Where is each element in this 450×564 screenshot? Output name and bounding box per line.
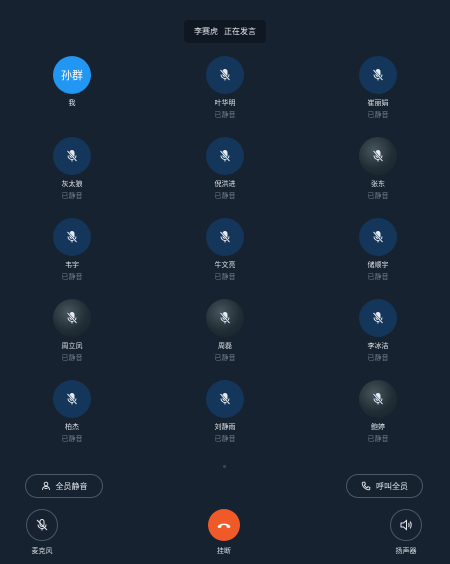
microphone-muted-icon (66, 231, 78, 243)
participant-tile[interactable]: 牛文亮 已静音 (150, 218, 300, 299)
microphone-label: 麦克风 (31, 548, 53, 555)
hangup-button[interactable] (208, 509, 240, 541)
participant-avatar (359, 380, 397, 418)
mute-all-button[interactable]: 全员静音 (25, 474, 103, 498)
participant-tile[interactable]: 周磊 已静音 (150, 299, 300, 380)
microphone-muted-icon (66, 312, 78, 324)
participant-status: 已静音 (61, 436, 83, 443)
hangup-icon (217, 523, 231, 529)
participant-name: 叶华明 (214, 100, 236, 107)
speaker-control[interactable]: 扬声器 (390, 509, 422, 556)
participant-avatar (206, 137, 244, 175)
microphone-muted-icon (219, 312, 231, 324)
participant-name: 灰太狼 (61, 181, 83, 188)
self-avatar-text: 孙群 (61, 70, 83, 82)
participant-avatar (359, 299, 397, 337)
microphone-muted-icon (219, 231, 231, 243)
participant-name: 我 (68, 100, 76, 107)
participant-avatar (206, 56, 244, 94)
participant-grid: 孙群 我 叶华明 已静音 崔丽娟 已静音 灰太狼 已静音 倪洪进 已静音 张东 已静音 韦宇 已静音牛… (0, 56, 450, 461)
microphone-off-icon (36, 519, 48, 531)
participant-avatar (206, 299, 244, 337)
speaker-label: 扬声器 (395, 548, 417, 555)
microphone-muted-icon (66, 393, 78, 405)
participant-status: 已静音 (214, 355, 236, 362)
participant-tile[interactable]: 韦宇 已静音 (0, 218, 147, 299)
participant-tile[interactable]: 鲍婷 已静音 (303, 380, 450, 461)
speaker-icon (400, 519, 412, 531)
microphone-muted-icon (372, 150, 384, 162)
mute-all-label: 全员静音 (55, 481, 88, 491)
participant-tile[interactable]: 周立凤 已静音 (0, 299, 147, 380)
speaker-name: 李赛虎 (194, 27, 218, 36)
participant-name: 柏杰 (65, 424, 79, 431)
microphone-muted-icon (219, 393, 231, 405)
participant-avatar (359, 218, 397, 256)
participant-tile[interactable]: 灰太狼 已静音 (0, 137, 147, 218)
participant-name: 周立凤 (61, 343, 83, 350)
participant-status: 已静音 (61, 355, 83, 362)
hangup-control[interactable]: 挂断 (208, 509, 240, 556)
scroll-indicator (223, 465, 226, 468)
participant-avatar (206, 218, 244, 256)
participant-status: 已静音 (61, 193, 83, 200)
microphone-muted-icon (372, 312, 384, 324)
mute-all-icon (41, 481, 50, 491)
participant-name: 李冰洁 (367, 343, 389, 350)
participant-status: 已静音 (214, 112, 236, 119)
participant-name: 刘静雨 (214, 424, 236, 431)
microphone-muted-icon (219, 69, 231, 81)
participant-status: 已静音 (214, 436, 236, 443)
microphone-muted-icon (372, 393, 384, 405)
participant-name: 储顺宇 (367, 262, 389, 269)
speaking-banner: 李赛虎 正在发言 (184, 20, 266, 43)
participant-name: 鲍婷 (371, 424, 385, 431)
participant-status: 已静音 (214, 274, 236, 281)
microphone-control[interactable]: 麦克风 (26, 509, 58, 556)
participant-status: 已静音 (367, 436, 389, 443)
participant-avatar (359, 56, 397, 94)
participant-status: 已静音 (367, 112, 389, 119)
participant-name: 张东 (371, 181, 385, 188)
participant-tile[interactable]: 叶华明 已静音 (150, 56, 300, 137)
participant-name: 韦宇 (65, 262, 79, 269)
participant-tile[interactable]: 李冰洁 已静音 (303, 299, 450, 380)
phone-icon (361, 481, 371, 491)
speaking-status: 正在发言 (224, 27, 256, 36)
participant-avatar (53, 137, 91, 175)
hangup-label: 挂断 (217, 548, 231, 555)
participant-status: 已静音 (367, 355, 389, 362)
participant-avatar (359, 137, 397, 175)
participant-name: 牛文亮 (214, 262, 236, 269)
microphone-muted-icon (66, 150, 78, 162)
participant-self[interactable]: 孙群 我 (0, 56, 147, 137)
participant-tile[interactable]: 柏杰 已静音 (0, 380, 147, 461)
participant-avatar (206, 380, 244, 418)
meeting-screen: 李赛虎 正在发言 孙群 我 叶华明 已静音 崔丽娟 已静音 灰太狼 已静音 倪洪进 已静音 张东已… (0, 0, 450, 564)
call-all-button[interactable]: 呼叫全员 (346, 474, 423, 498)
participant-name: 崔丽娟 (367, 100, 389, 107)
participant-tile[interactable]: 张东 已静音 (303, 137, 450, 218)
participant-name: 倪洪进 (214, 181, 236, 188)
call-all-label: 呼叫全员 (376, 481, 408, 491)
speaker-button[interactable] (390, 509, 422, 541)
participant-status: 已静音 (367, 193, 389, 200)
participant-status: 已静音 (214, 193, 236, 200)
microphone-muted-icon (372, 69, 384, 81)
participant-tile[interactable]: 崔丽娟 已静音 (303, 56, 450, 137)
participant-avatar (53, 299, 91, 337)
microphone-button[interactable] (26, 509, 58, 541)
participant-status: 已静音 (61, 274, 83, 281)
self-avatar: 孙群 (53, 56, 91, 94)
participant-name: 周磊 (218, 343, 232, 350)
participant-tile[interactable]: 刘静雨 已静音 (150, 380, 300, 461)
microphone-muted-icon (372, 231, 384, 243)
participant-tile[interactable]: 倪洪进 已静音 (150, 137, 300, 218)
participant-avatar (53, 380, 91, 418)
microphone-muted-icon (219, 150, 231, 162)
participant-tile[interactable]: 储顺宇 已静音 (303, 218, 450, 299)
participant-avatar (53, 218, 91, 256)
participant-status: 已静音 (367, 274, 389, 281)
